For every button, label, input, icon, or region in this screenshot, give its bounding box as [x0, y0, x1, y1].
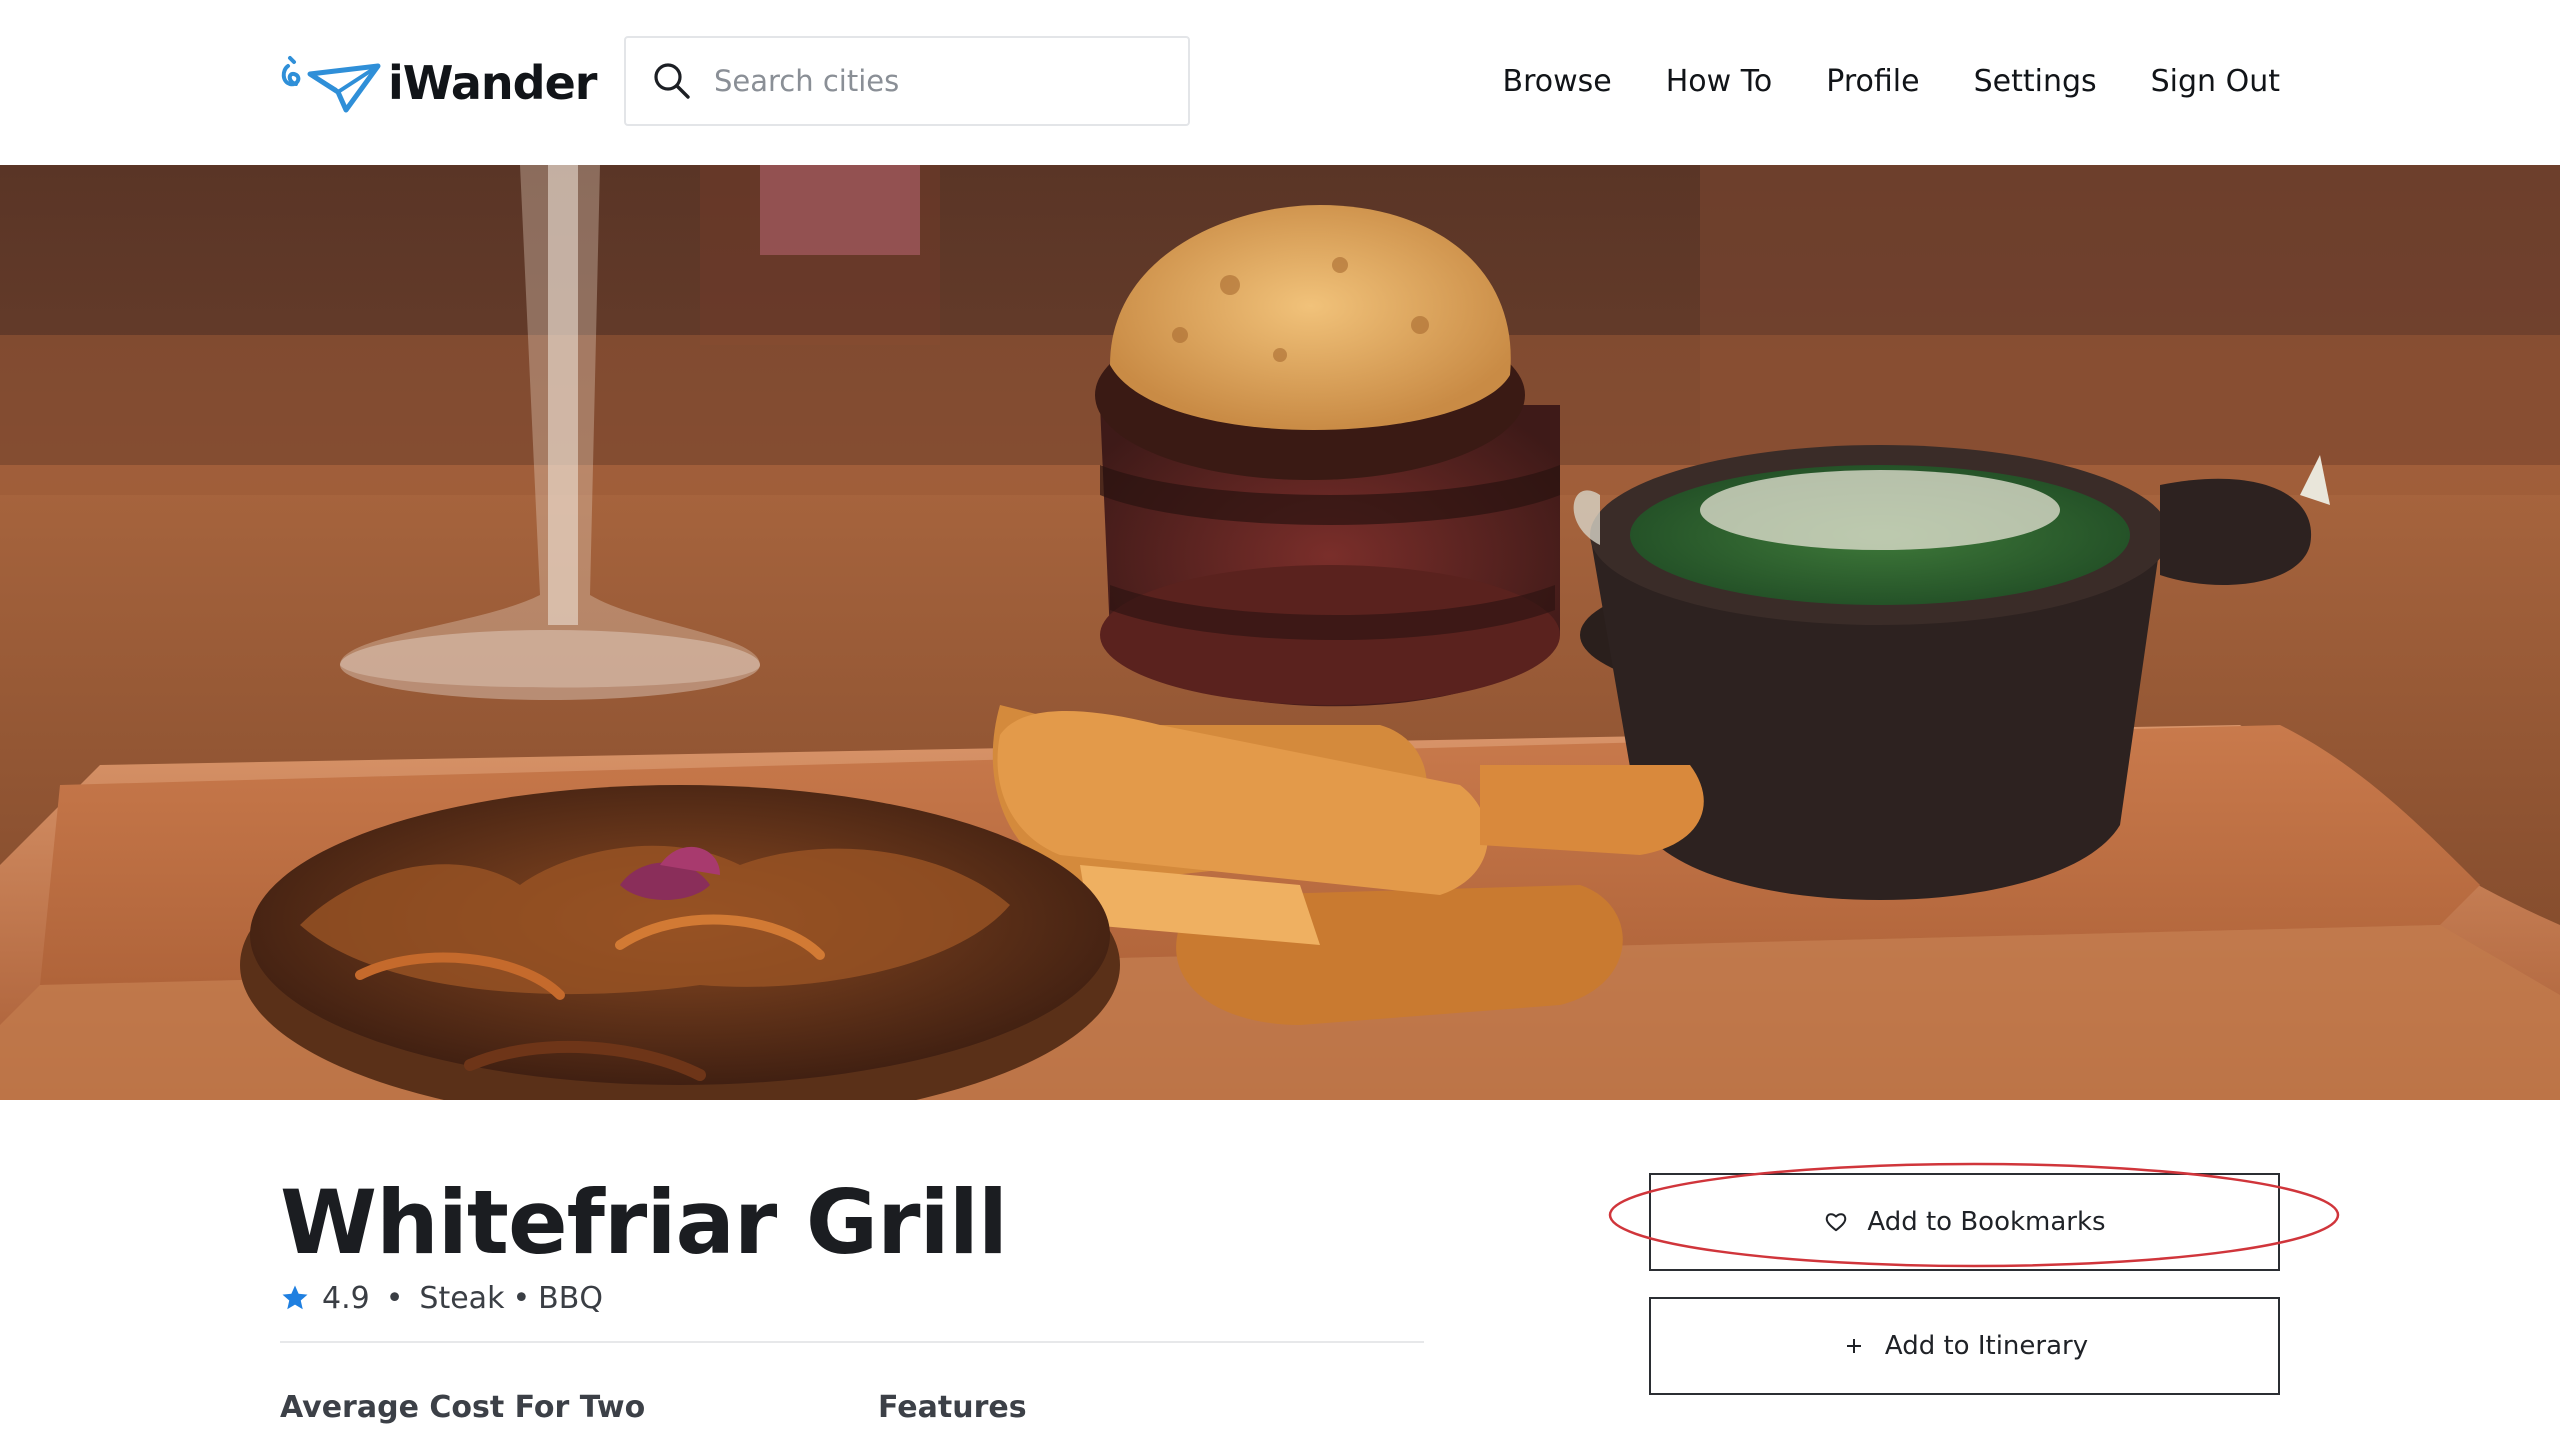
- add-to-bookmarks-label: Add to Bookmarks: [1867, 1207, 2106, 1237]
- top-navigation-bar: iWander Browse How To Profile Settings S…: [0, 0, 2560, 165]
- paper-plane-icon: [280, 52, 384, 114]
- category-steak: Steak: [419, 1280, 505, 1316]
- nav-profile[interactable]: Profile: [1826, 64, 1919, 99]
- meta-separator: •: [385, 1280, 404, 1316]
- heart-icon: [1823, 1209, 1849, 1235]
- search-box[interactable]: [624, 36, 1190, 126]
- restaurant-hero-image: [0, 165, 2560, 1100]
- brand-logo[interactable]: iWander: [280, 52, 597, 114]
- restaurant-meta: 4.9 • Steak • BBQ: [280, 1276, 603, 1320]
- brand-name: iWander: [388, 56, 597, 110]
- add-to-itinerary-label: Add to Itinerary: [1884, 1331, 2089, 1361]
- star-icon: [280, 1283, 310, 1313]
- restaurant-name: Whitefriar Grill: [280, 1171, 1008, 1274]
- average-cost-label: Average Cost For Two: [280, 1390, 646, 1425]
- add-to-bookmarks-button[interactable]: Add to Bookmarks: [1649, 1173, 2280, 1271]
- search-icon: [652, 61, 692, 101]
- features-label: Features: [878, 1390, 1027, 1425]
- nav-settings[interactable]: Settings: [1974, 64, 2097, 99]
- search-input[interactable]: [714, 51, 1134, 111]
- nav-sign-out[interactable]: Sign Out: [2151, 64, 2280, 99]
- section-divider: [280, 1341, 1424, 1343]
- plus-icon: [1841, 1333, 1867, 1359]
- category-separator: •: [512, 1280, 531, 1316]
- nav-browse[interactable]: Browse: [1502, 64, 1611, 99]
- category-bbq: BBQ: [538, 1280, 603, 1316]
- main-nav: Browse How To Profile Settings Sign Out: [1502, 56, 2280, 106]
- nav-how-to[interactable]: How To: [1666, 64, 1773, 99]
- add-to-itinerary-button[interactable]: Add to Itinerary: [1649, 1297, 2280, 1395]
- rating-value: 4.9: [322, 1280, 370, 1316]
